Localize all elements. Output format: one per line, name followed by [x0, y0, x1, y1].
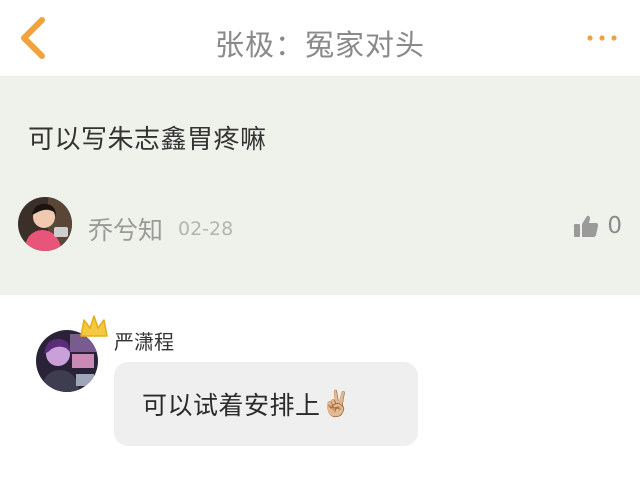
reply-author-name[interactable]: 严潇程	[114, 326, 174, 355]
victory-hand-emoji: ✌🏼	[320, 389, 353, 418]
author-name[interactable]: 乔兮知	[88, 211, 163, 247]
more-options-button[interactable]	[584, 26, 620, 50]
author-avatar[interactable]	[18, 197, 72, 251]
like-count: 0	[607, 213, 622, 239]
top-nav-bar: 张极：冤家对头	[0, 0, 640, 77]
comment-post: 可以写朱志鑫胃疼嘛 乔兮知 02-28 0	[0, 77, 640, 295]
page-title: 张极：冤家对头	[214, 28, 425, 62]
reply-text: 可以试着安排上	[142, 391, 321, 420]
more-dots-icon	[587, 35, 617, 41]
thumbs-up-icon	[574, 215, 599, 237]
author-avatar-image	[18, 197, 72, 251]
like-button[interactable]: 0	[573, 211, 622, 241]
post-text: 可以写朱志鑫胃疼嘛	[28, 125, 267, 155]
reply-bubble: 可以试着安排上 ✌🏼	[114, 362, 418, 446]
crown-icon	[80, 315, 108, 337]
post-date: 02-28	[178, 218, 234, 240]
